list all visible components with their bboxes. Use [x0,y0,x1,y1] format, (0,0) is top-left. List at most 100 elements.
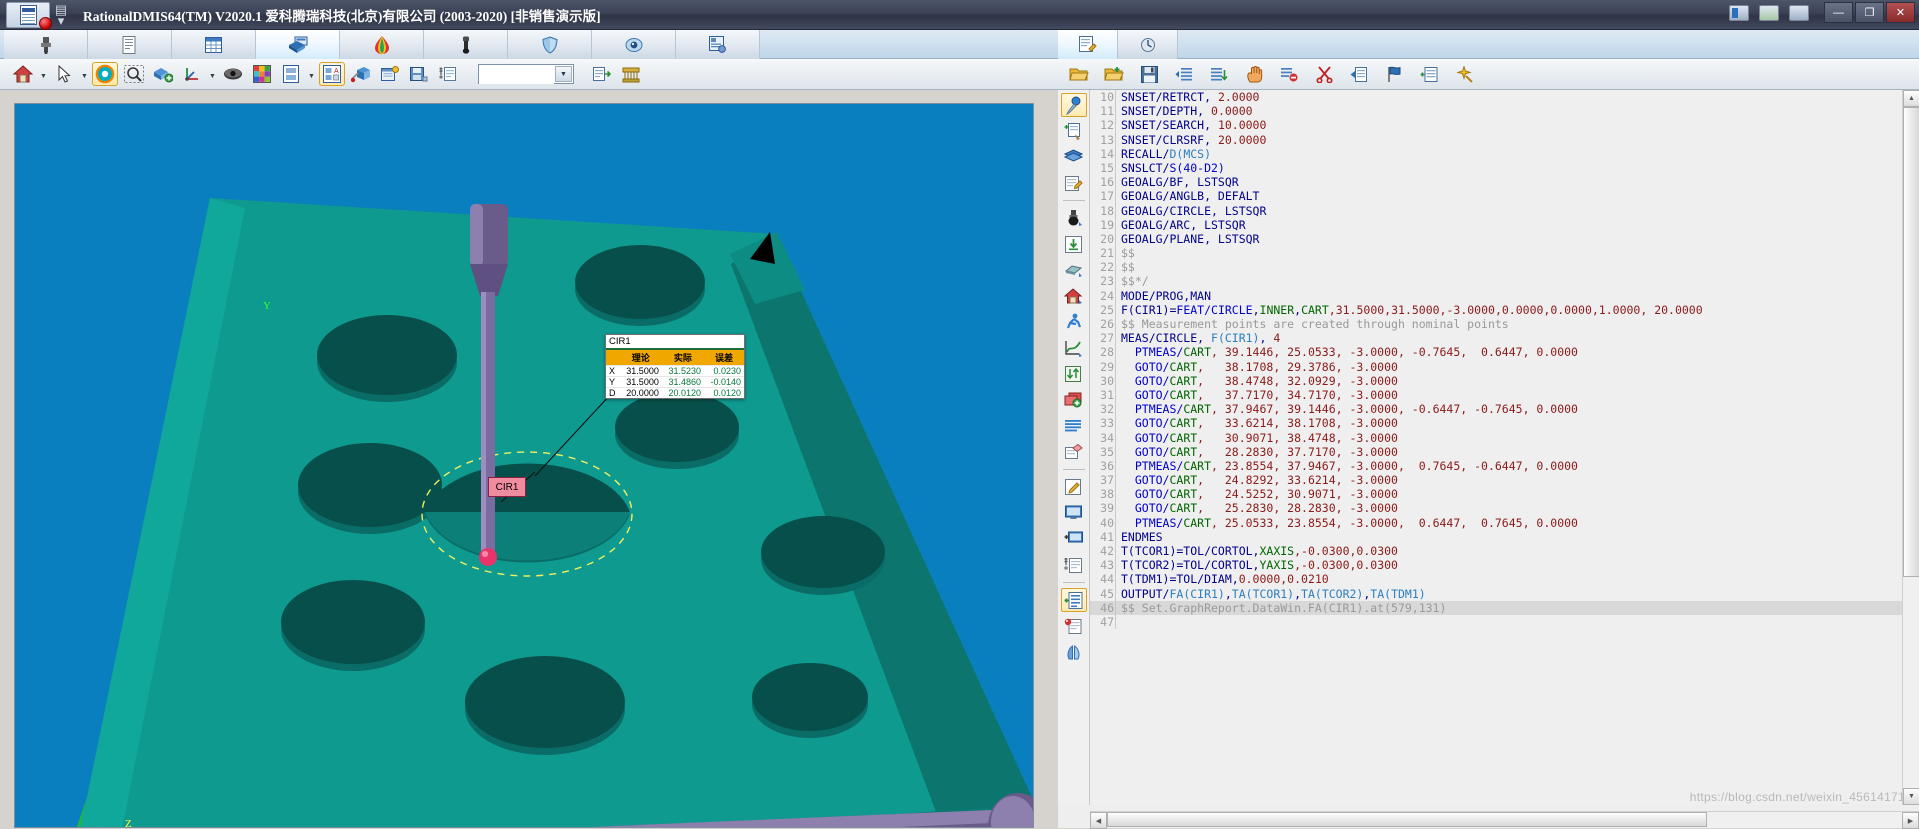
code-line[interactable]: 32 PTMEAS/CART, 37.9467, 39.1446, -3.000… [1090,402,1902,417]
tray-tools-icon[interactable] [1789,5,1809,21]
probe-tab[interactable] [4,30,88,59]
chevron-down-icon[interactable]: ▼ [555,66,572,82]
hand-button[interactable] [1241,62,1267,86]
code-line[interactable]: 27 MEAS/CIRCLE, F(CIR1), 4 [1090,331,1902,346]
scroll-thumb-vertical[interactable] [1903,107,1919,577]
sensor-tab[interactable] [424,30,508,59]
color-tab[interactable] [340,30,424,59]
rail-eraser[interactable] [1061,440,1087,464]
rail-pencil[interactable] [1061,475,1087,499]
cad-viewport[interactable]: Y X Z CIR1 CIR1 理论 实际 误差 X 31.5000 31.52… [14,103,1034,828]
rail-download[interactable] [1061,232,1087,256]
close-button[interactable]: ✕ [1886,2,1915,23]
rail-new-program[interactable] [1061,119,1087,143]
scroll-down-button[interactable]: ▼ [1903,788,1919,805]
settings-tab[interactable] [676,30,760,59]
maximize-button[interactable]: ❐ [1855,2,1884,23]
eye-tab[interactable] [592,30,676,59]
insert-line-button[interactable] [1416,62,1442,86]
rail-tool-doc[interactable] [1061,553,1087,577]
measurement-popup[interactable]: CIR1 理论 实际 误差 X 31.5000 31.5230 0.0230 Y… [605,334,745,399]
code-line[interactable]: 10 SNSET/RETRCT, 2.0000 [1090,90,1902,105]
code-line[interactable]: 41 ENDMES [1090,529,1902,544]
rail-pin[interactable] [1060,93,1087,117]
view-eye-button[interactable] [220,62,246,86]
home-button[interactable] [10,62,36,86]
code-line[interactable]: 46 $$ Set.GraphReport.DataWin.FA(CIR1).at… [1090,600,1902,615]
code-line[interactable]: 30 GOTO/CART, 38.4748, 32.0929, -3.0000 [1090,373,1902,388]
rail-lines[interactable] [1061,414,1087,438]
cad-tab[interactable] [256,30,340,59]
indent-button[interactable] [1206,62,1232,86]
code-horizontal-scrollbar[interactable]: ◀ ▶ [1090,811,1919,829]
code-line[interactable]: 44 T(TDM1)=TOL/DIAM,0.0000,0.0210 [1090,572,1902,587]
axis-dropdown-caret[interactable]: ▼ [208,62,217,86]
panel-split-button[interactable] [278,62,304,86]
code-line[interactable]: 15 SNSLCT/S(40-D2) [1090,160,1902,176]
edit-tab[interactable] [1058,30,1118,59]
code-line[interactable]: 47 [1090,614,1902,630]
outdent-button[interactable] [1171,62,1197,86]
code-line[interactable]: 31 GOTO/CART, 37.7170, 34.7170, -3.0000 [1090,387,1902,403]
code-line[interactable]: 20 GEOALG/PLANE, LSTSQR [1090,231,1902,247]
tray-grid-icon[interactable] [1759,5,1779,21]
flag-button[interactable] [1381,62,1407,86]
zoom-window-button[interactable] [121,62,147,86]
code-line[interactable]: 18 GEOALG/CIRCLE, LSTSQR [1090,203,1902,218]
fixture-button[interactable] [618,62,644,86]
scroll-left-button[interactable]: ◀ [1090,812,1107,829]
cube-pin-button[interactable] [348,62,374,86]
feature-tag-cir1[interactable]: CIR1 [488,477,526,497]
code-line[interactable]: 12 SNSET/SEARCH, 10.0000 [1090,118,1902,133]
rail-sort[interactable] [1061,362,1087,386]
code-line[interactable]: 23 $$*/ [1090,274,1902,289]
save-button[interactable] [1136,62,1162,86]
rail-probe[interactable] [1061,206,1087,230]
rail-edit-note[interactable] [1061,171,1087,195]
rotate-button[interactable] [92,62,118,86]
minimize-button[interactable]: — [1824,2,1853,23]
code-line[interactable]: 16 GEOALG/BF, LSTSQR [1090,175,1902,190]
code-line[interactable]: 38 GOTO/CART, 24.5252, 30.9071, -3.0000 [1090,487,1902,502]
open-folder-button[interactable] [1066,62,1092,86]
tray-language-icon[interactable] [1729,5,1749,21]
code-line[interactable]: 19 GEOALG/ARC, LSTSQR [1090,217,1902,232]
axis-button[interactable] [179,62,205,86]
code-line[interactable]: 11 SNSET/DEPTH, 0.0000 [1090,104,1902,119]
rail-insert-doc[interactable] [1060,588,1087,612]
shield-tab[interactable] [508,30,592,59]
code-line[interactable]: 43 T(TCOR2)=TOL/CORTOL,YAXIS,-0.0300,0.03… [1090,558,1902,573]
feature-combo[interactable]: ▼ [478,64,574,84]
code-line[interactable]: 36 PTMEAS/CART, 23.8554, 37.9467, -3.000… [1090,458,1902,474]
rail-curve[interactable] [1061,336,1087,360]
rail-add-layer[interactable] [1061,388,1087,412]
window-menu-icon[interactable]: ▤ ▾ [53,3,69,27]
code-line[interactable]: 26 $$ Measurement points are created thro… [1090,317,1902,332]
rail-plane[interactable] [1061,258,1087,282]
select-dropdown-caret[interactable]: ▼ [80,62,89,86]
rail-add-monitor[interactable] [1061,527,1087,551]
rail-stop-doc[interactable] [1061,614,1087,638]
color-palette-button[interactable] [249,62,275,86]
app-icon[interactable] [6,1,52,30]
misc-tab[interactable] [1118,30,1178,59]
code-line[interactable]: 34 GOTO/CART, 30.9071, 38.4748, -3.0000 [1090,430,1902,445]
rail-run[interactable] [1061,310,1087,334]
scroll-up-button[interactable]: ▲ [1903,90,1919,107]
code-line[interactable]: 39 GOTO/CART, 25.2830, 28.2830, -3.0000 [1090,501,1902,516]
code-line[interactable]: 35 GOTO/CART, 28.2830, 37.7170, -3.0000 [1090,444,1902,459]
code-line[interactable]: 17 GEOALG/ANGLB, DEFALT [1090,189,1902,204]
code-line[interactable]: 28 PTMEAS/CART, 39.1446, 25.0533, -3.000… [1090,345,1902,360]
code-line[interactable]: 21 $$ [1090,246,1902,261]
rail-library[interactable] [1061,145,1087,169]
code-line[interactable]: 14 RECALL/D(MCS) [1090,146,1902,161]
code-vertical-scrollbar[interactable]: ▲ ▼ [1902,90,1919,805]
code-line[interactable]: 29 GOTO/CART, 38.1708, 29.3786, -3.0000 [1090,359,1902,374]
code-editor[interactable]: 10 SNSET/RETRCT, 2.0000 11 SNSET/DEPTH, 0.0… [1090,90,1902,805]
code-line[interactable]: 33 GOTO/CART, 33.6214, 38.1708, -3.0000 [1090,416,1902,431]
cut-button[interactable] [1311,62,1337,86]
rail-monitor[interactable] [1061,501,1087,525]
feature-combo-input[interactable] [479,66,554,84]
home-dropdown-caret[interactable]: ▼ [39,62,48,86]
table-tab[interactable] [172,30,256,59]
